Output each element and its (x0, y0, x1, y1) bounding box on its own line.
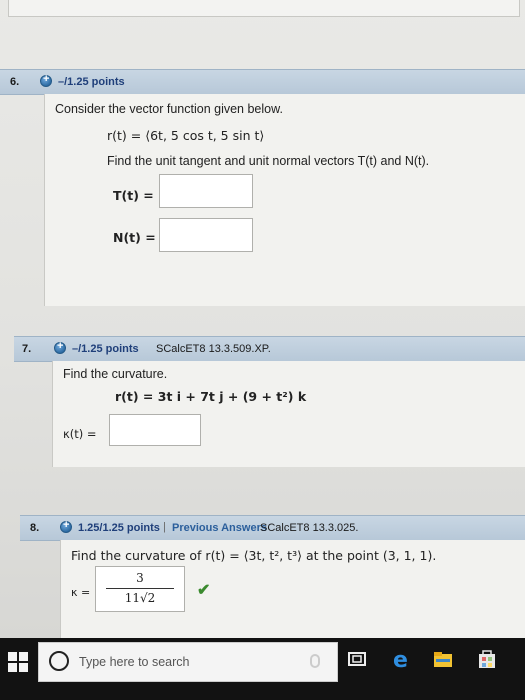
kappa-answer-box[interactable]: 3 11√2 (95, 566, 185, 612)
vector-function: r(t) = 3t i + 7t j + (9 + t²) k (115, 389, 307, 404)
question-number: 8. (30, 522, 40, 534)
file-explorer-icon[interactable] (432, 648, 454, 670)
answer-denominator: 11√2 (124, 591, 156, 605)
source-label: SCalcET8 13.3.509.XP. (156, 343, 271, 355)
question-8-body: Find the curvature of r(t) = ⟨3t, t², t³… (60, 540, 525, 638)
kappa-label: κ = (71, 586, 91, 599)
points-label: –/1.25 points (72, 343, 139, 355)
t-label: T(t) = (113, 188, 154, 203)
cortana-circle-icon (49, 651, 69, 671)
separator: | (163, 521, 166, 533)
question-7-header: 7. –/1.25 points SCalcET8 13.3.509.XP. (14, 336, 525, 362)
source-label: SCalcET8 13.3.025. (260, 522, 359, 534)
windows-start-icon[interactable] (8, 652, 28, 672)
question-8-header: 8. 1.25/1.25 points | Previous Answers S… (20, 515, 525, 541)
n-label: N(t) = (113, 230, 156, 245)
question-prompt: Find the curvature. (63, 367, 168, 381)
svg-text:e: e (393, 648, 408, 670)
vector-function: r(t) = ⟨6t, 5 cos t, 5 sin t⟩ (107, 128, 265, 143)
expand-icon[interactable] (60, 519, 72, 533)
question-6-header: 6. –/1.25 points (0, 69, 525, 95)
t-answer-box[interactable] (159, 174, 253, 208)
answer-numerator: 3 (136, 571, 144, 585)
expand-icon[interactable] (54, 340, 66, 354)
microphone-icon[interactable] (310, 654, 320, 668)
expand-icon[interactable] (40, 73, 52, 87)
kappa-answer-box[interactable] (109, 414, 201, 446)
question-7-body: Find the curvature. r(t) = 3t i + 7t j +… (52, 361, 525, 467)
question-instruction: Find the unit tangent and unit normal ve… (107, 154, 430, 168)
search-placeholder: Type here to search (79, 655, 190, 669)
question-number: 7. (22, 343, 32, 355)
windows-taskbar: Type here to search e (0, 638, 525, 700)
question-6-body: Consider the vector function given below… (44, 94, 525, 306)
previous-question-bottom (8, 0, 520, 17)
webassign-page: 6. –/1.25 points Consider the vector fun… (0, 0, 525, 638)
correct-check-icon: ✔ (197, 582, 211, 599)
question-prompt: Find the curvature of r(t) = ⟨3t, t², t³… (71, 548, 437, 563)
taskbar-search-box[interactable]: Type here to search (38, 642, 338, 682)
points-label: –/1.25 points (58, 76, 125, 88)
kappa-label: κ(t) = (63, 427, 97, 441)
question-number: 6. (10, 76, 20, 88)
points-label: 1.25/1.25 points (78, 522, 160, 534)
store-icon[interactable] (476, 648, 498, 670)
task-view-icon[interactable] (346, 648, 368, 670)
fraction-bar (106, 588, 174, 589)
edge-browser-icon[interactable]: e (390, 648, 412, 673)
previous-answers-link[interactable]: Previous Answers (172, 522, 267, 534)
n-answer-box[interactable] (159, 218, 253, 252)
question-prompt: Consider the vector function given below… (55, 102, 283, 116)
